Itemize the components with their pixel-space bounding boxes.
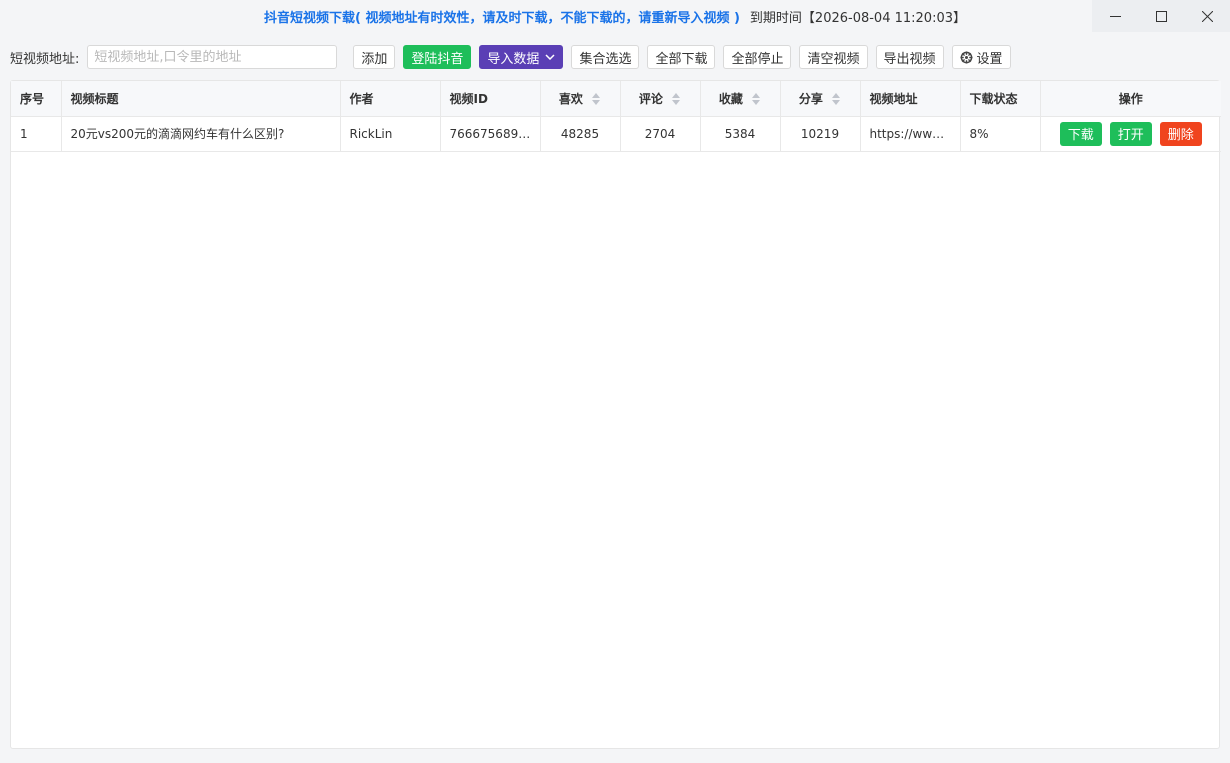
cell-shares: 10219 — [780, 116, 861, 152]
cell-favorites: 5384 — [700, 116, 781, 152]
sort-icon — [672, 93, 681, 106]
column-header-status[interactable]: 下载状态 — [960, 81, 1041, 117]
expiry-time: 到期时间【2026-08-04 11:20:03】 — [749, 10, 966, 26]
sort-icon — [752, 93, 761, 106]
settings-label: 设置 — [976, 51, 1003, 67]
url-input[interactable] — [87, 45, 338, 69]
column-header-url[interactable]: 视频地址 — [860, 81, 961, 117]
settings-button[interactable]: 设置 — [951, 45, 1011, 69]
cell-likes: 48285 — [540, 116, 621, 152]
column-header-actions: 操作 — [1040, 81, 1221, 117]
import-data-dropdown[interactable]: 导入数据 — [479, 45, 564, 69]
column-header-favorites[interactable]: 收藏 — [700, 81, 781, 117]
minimize-icon — [1109, 15, 1121, 17]
title-bar: 抖音短视频下载( 视频地址有时效性，请及时下载，不能下载的，请重新导入视频 ) … — [0, 0, 1230, 32]
download-all-button[interactable]: 全部下载 — [647, 45, 716, 69]
row-actions: 下载 打开 删除 — [1050, 121, 1213, 146]
cell-comments: 2704 — [620, 116, 701, 152]
column-header-index[interactable]: 序号 — [11, 81, 62, 117]
chevron-down-icon — [545, 54, 555, 60]
cell-url: https://www.... — [860, 116, 961, 152]
gear-icon — [959, 50, 973, 64]
close-icon — [1201, 10, 1213, 22]
column-header-video-id[interactable]: 视频ID — [440, 81, 541, 117]
column-header-title[interactable]: 视频标题 — [61, 81, 341, 117]
table-row[interactable]: 1 20元vs200元的滴滴网约车有什么区别? RickLin 76667568… — [11, 116, 1221, 152]
cell-video-id: 7666756898... — [440, 116, 541, 152]
url-label: 短视频地址: — [10, 51, 80, 67]
app-title: 抖音短视频下载( 视频地址有时效性，请及时下载，不能下载的，请重新导入视频 ) — [263, 10, 740, 26]
window-controls — [1092, 0, 1230, 32]
favorites-header-label: 收藏 — [718, 91, 743, 106]
import-data-label: 导入数据 — [487, 51, 540, 67]
column-header-likes[interactable]: 喜欢 — [540, 81, 621, 117]
table-header-row: 序号 视频标题 作者 视频ID 喜欢 评论 收藏 分享 视频地址 下载状态 操作 — [11, 81, 1221, 117]
minimize-button[interactable] — [1092, 0, 1138, 32]
likes-header-label: 喜欢 — [558, 91, 583, 106]
export-videos-button[interactable]: 导出视频 — [875, 45, 944, 69]
cell-actions: 下载 打开 删除 — [1040, 116, 1221, 152]
video-table-panel: 序号 视频标题 作者 视频ID 喜欢 评论 收藏 分享 视频地址 下载状态 操作… — [10, 80, 1221, 749]
sort-icon — [592, 93, 601, 106]
login-douyin-button[interactable]: 登陆抖音 — [403, 45, 472, 69]
select-collection-button[interactable]: 集合选选 — [571, 45, 640, 69]
add-button[interactable]: 添加 — [353, 45, 396, 69]
cell-index: 1 — [11, 116, 62, 152]
video-table: 序号 视频标题 作者 视频ID 喜欢 评论 收藏 分享 视频地址 下载状态 操作… — [11, 81, 1221, 152]
column-header-shares[interactable]: 分享 — [780, 81, 861, 117]
stop-all-button[interactable]: 全部停止 — [723, 45, 792, 69]
column-header-author[interactable]: 作者 — [340, 81, 441, 117]
maximize-button[interactable] — [1138, 0, 1184, 32]
toolbar: 短视频地址: 添加 登陆抖音 导入数据 集合选选 全部下载 全部停止 清空视频 … — [10, 44, 1019, 70]
close-button[interactable] — [1184, 0, 1230, 32]
delete-button[interactable]: 删除 — [1159, 121, 1202, 146]
cell-author: RickLin — [340, 116, 441, 152]
comments-header-label: 评论 — [638, 91, 663, 106]
open-button[interactable]: 打开 — [1109, 121, 1152, 146]
download-button[interactable]: 下载 — [1059, 121, 1102, 146]
cell-status: 8% — [960, 116, 1041, 152]
column-header-comments[interactable]: 评论 — [620, 81, 701, 117]
cell-title: 20元vs200元的滴滴网约车有什么区别? — [61, 116, 341, 152]
maximize-icon — [1155, 10, 1167, 22]
shares-header-label: 分享 — [798, 91, 823, 106]
sort-icon — [832, 93, 841, 106]
clear-videos-button[interactable]: 清空视频 — [799, 45, 868, 69]
